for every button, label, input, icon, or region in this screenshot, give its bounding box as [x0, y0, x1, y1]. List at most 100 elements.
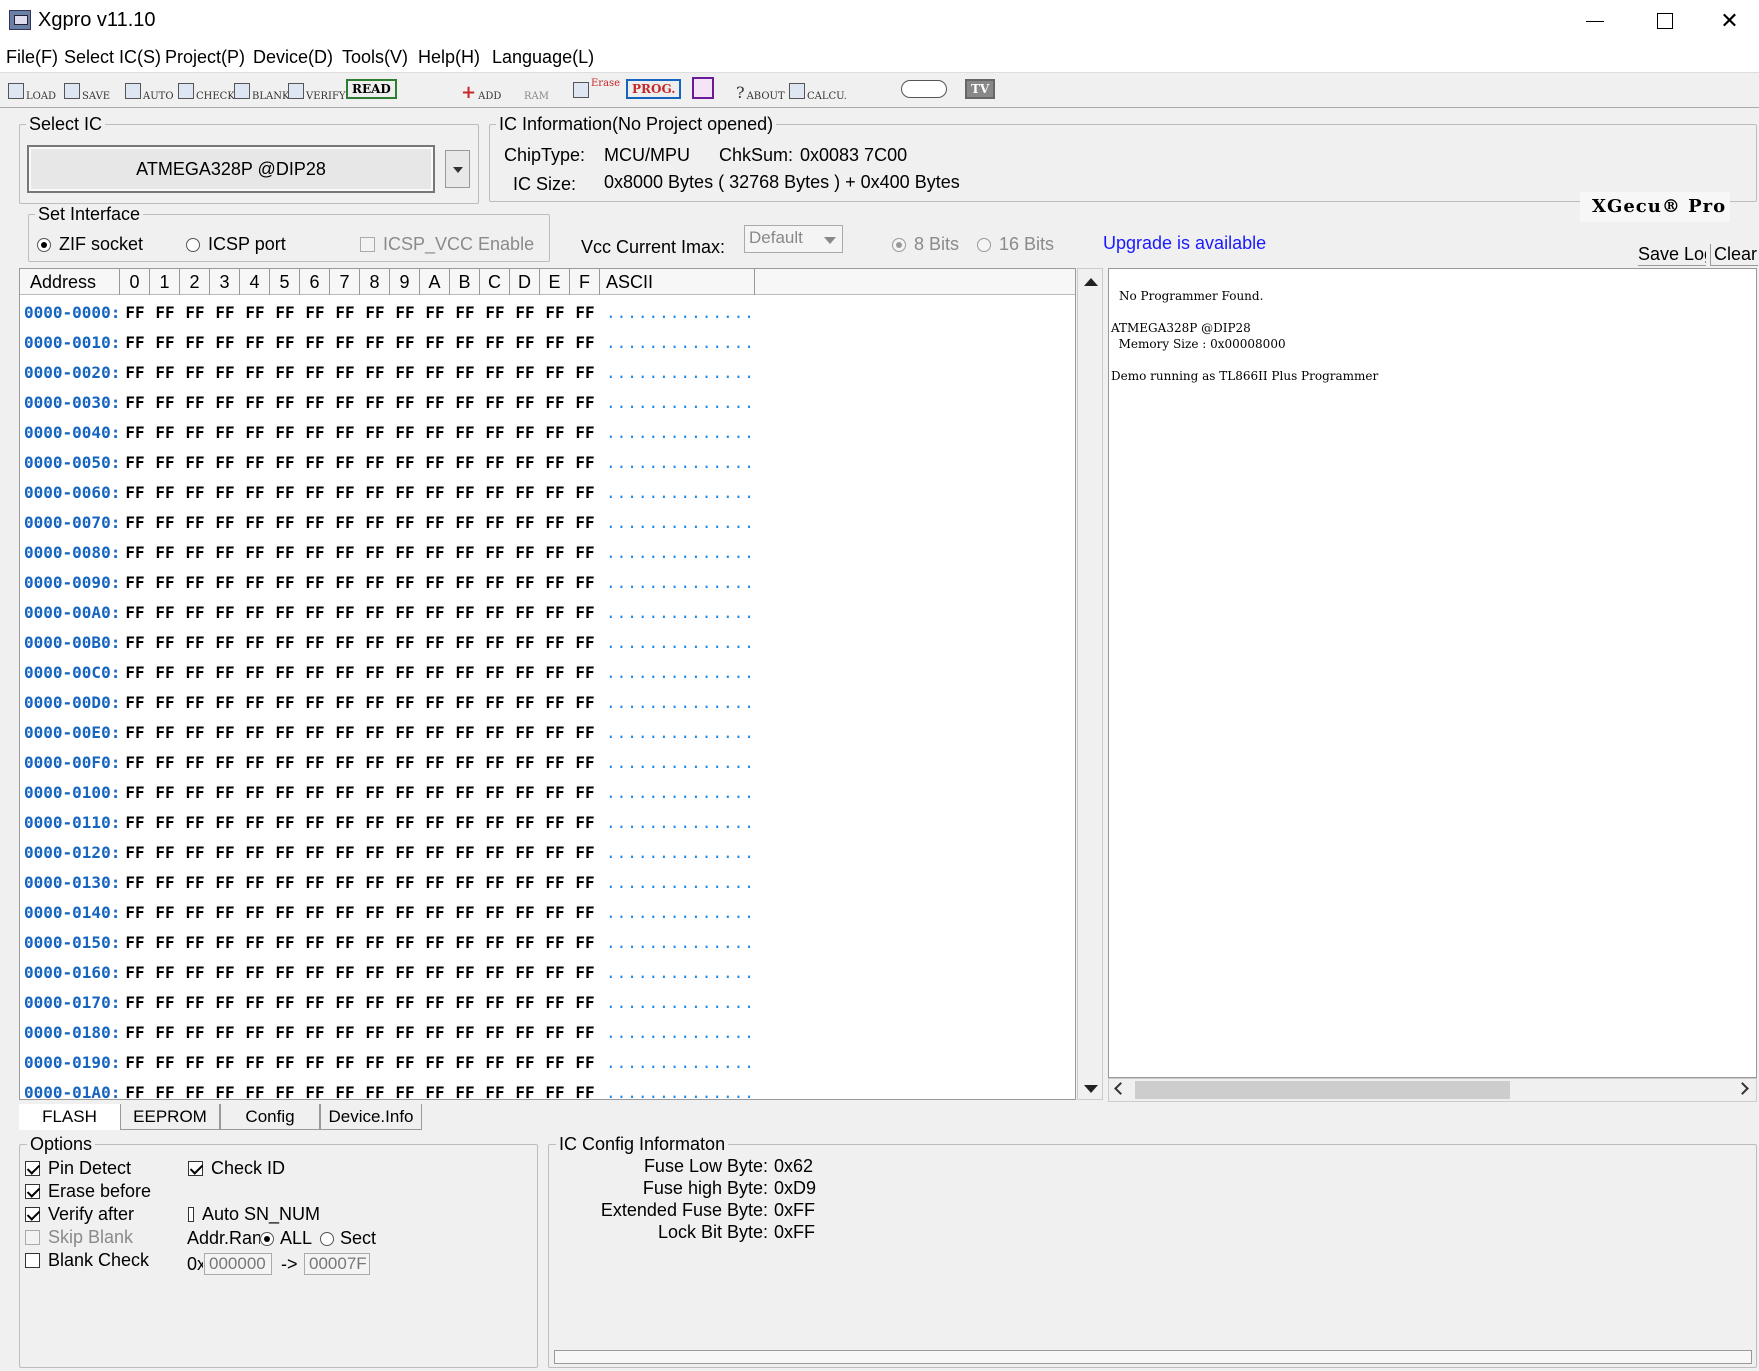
hex-byte[interactable]: FF — [480, 993, 510, 1012]
hex-byte[interactable]: FF — [300, 1053, 330, 1072]
hex-byte[interactable]: FF — [180, 393, 210, 412]
hex-byte[interactable]: FF — [210, 1023, 240, 1042]
hex-byte[interactable]: FF — [330, 753, 360, 772]
hex-byte[interactable]: FF — [180, 573, 210, 592]
hex-byte[interactable]: FF — [480, 783, 510, 802]
hex-byte[interactable]: FF — [270, 363, 300, 382]
hex-byte[interactable]: FF — [480, 393, 510, 412]
hex-byte[interactable]: FF — [570, 543, 600, 562]
hex-byte[interactable]: FF — [480, 753, 510, 772]
menu-file[interactable]: File(F) — [6, 47, 58, 68]
hex-byte[interactable]: FF — [480, 513, 510, 532]
hex-byte[interactable]: FF — [480, 1023, 510, 1042]
hex-byte[interactable]: FF — [450, 363, 480, 382]
hex-byte[interactable]: FF — [540, 513, 570, 532]
hex-byte[interactable]: FF — [120, 783, 150, 802]
auto-sn-checkbox[interactable]: Auto SN_NUM — [188, 1204, 320, 1225]
load-button[interactable]: LOAD — [8, 78, 56, 102]
hex-byte[interactable]: FF — [300, 753, 330, 772]
hex-byte[interactable]: FF — [300, 423, 330, 442]
hex-byte[interactable]: FF — [480, 873, 510, 892]
hex-byte[interactable]: FF — [150, 843, 180, 862]
hex-byte[interactable]: FF — [150, 903, 180, 922]
hex-byte[interactable]: FF — [240, 903, 270, 922]
hex-byte[interactable]: FF — [180, 1053, 210, 1072]
hex-byte[interactable]: FF — [270, 663, 300, 682]
icsp-port-radio[interactable]: ICSP port — [186, 234, 286, 255]
hex-byte[interactable]: FF — [360, 903, 390, 922]
hex-byte[interactable]: FF — [510, 423, 540, 442]
hex-byte[interactable]: FF — [150, 363, 180, 382]
hex-byte[interactable]: FF — [390, 633, 420, 652]
hex-editor[interactable]: Address 0 1 2 3 4 5 6 7 8 9 A B C D E F ASCII 0000-0000: F… — [19, 268, 1076, 1100]
hex-byte[interactable]: FF — [270, 453, 300, 472]
hex-byte[interactable]: FF — [420, 513, 450, 532]
hex-byte[interactable]: FF — [360, 873, 390, 892]
hex-byte[interactable]: FF — [150, 873, 180, 892]
hex-byte[interactable]: FF — [270, 753, 300, 772]
tv-button[interactable]: TV — [965, 79, 996, 99]
hex-byte[interactable]: FF — [120, 303, 150, 322]
hex-byte[interactable]: FF — [330, 513, 360, 532]
hex-byte[interactable]: FF — [150, 393, 180, 412]
hex-byte[interactable]: FF — [240, 873, 270, 892]
hex-byte[interactable]: FF — [360, 303, 390, 322]
hex-byte[interactable]: FF — [150, 453, 180, 472]
hex-byte[interactable]: FF — [450, 633, 480, 652]
hex-byte[interactable]: FF — [180, 333, 210, 352]
hex-byte[interactable]: FF — [330, 1053, 360, 1072]
hex-byte[interactable]: FF — [420, 963, 450, 982]
hex-byte[interactable]: FF — [420, 633, 450, 652]
hex-byte[interactable]: FF — [510, 933, 540, 952]
hex-byte[interactable]: FF — [540, 903, 570, 922]
hex-byte[interactable]: FF — [420, 843, 450, 862]
hex-byte[interactable]: FF — [300, 573, 330, 592]
hex-byte[interactable]: FF — [210, 423, 240, 442]
hex-byte[interactable]: FF — [390, 783, 420, 802]
hex-byte[interactable]: FF — [210, 723, 240, 742]
hex-byte[interactable]: FF — [510, 1083, 540, 1100]
hex-byte[interactable]: FF — [510, 723, 540, 742]
hex-byte[interactable]: FF — [330, 873, 360, 892]
hex-byte[interactable]: FF — [540, 363, 570, 382]
hex-byte[interactable]: FF — [210, 903, 240, 922]
hex-byte[interactable]: FF — [390, 483, 420, 502]
hex-byte[interactable]: FF — [210, 573, 240, 592]
hex-byte[interactable]: FF — [210, 1083, 240, 1100]
about-button[interactable]: ? ABOUT — [736, 78, 785, 103]
hex-byte[interactable]: FF — [450, 813, 480, 832]
hex-byte[interactable]: FF — [330, 963, 360, 982]
menu-language[interactable]: Language(L) — [492, 47, 594, 68]
hex-byte[interactable]: FF — [480, 423, 510, 442]
hex-byte[interactable]: FF — [540, 1053, 570, 1072]
hex-byte[interactable]: FF — [540, 1083, 570, 1100]
hex-byte[interactable]: FF — [330, 453, 360, 472]
zif-socket-radio[interactable]: ZIF socket — [37, 234, 143, 255]
hex-byte[interactable]: FF — [540, 873, 570, 892]
hex-byte[interactable]: FF — [480, 573, 510, 592]
hex-byte[interactable]: FF — [150, 1023, 180, 1042]
hex-byte[interactable]: FF — [330, 1023, 360, 1042]
hex-byte[interactable]: FF — [240, 783, 270, 802]
hex-byte[interactable]: FF — [450, 603, 480, 622]
hex-byte[interactable]: FF — [150, 663, 180, 682]
hex-byte[interactable]: FF — [120, 483, 150, 502]
hex-byte[interactable]: FF — [180, 843, 210, 862]
hex-byte[interactable]: FF — [120, 633, 150, 652]
hex-byte[interactable]: FF — [210, 693, 240, 712]
hex-byte[interactable]: FF — [420, 453, 450, 472]
hex-byte[interactable]: FF — [510, 393, 540, 412]
hex-byte[interactable]: FF — [210, 753, 240, 772]
hex-byte[interactable]: FF — [240, 843, 270, 862]
menu-project[interactable]: Project(P) — [165, 47, 245, 68]
hex-byte[interactable]: FF — [330, 363, 360, 382]
hex-byte[interactable]: FF — [240, 423, 270, 442]
hex-byte[interactable]: FF — [210, 1053, 240, 1072]
hex-byte[interactable]: FF — [510, 1053, 540, 1072]
hex-byte[interactable]: FF — [120, 1083, 150, 1100]
hex-byte[interactable]: FF — [540, 993, 570, 1012]
hex-byte[interactable]: FF — [150, 633, 180, 652]
hex-byte[interactable]: FF — [150, 693, 180, 712]
hex-byte[interactable]: FF — [300, 633, 330, 652]
hex-byte[interactable]: FF — [390, 1083, 420, 1100]
